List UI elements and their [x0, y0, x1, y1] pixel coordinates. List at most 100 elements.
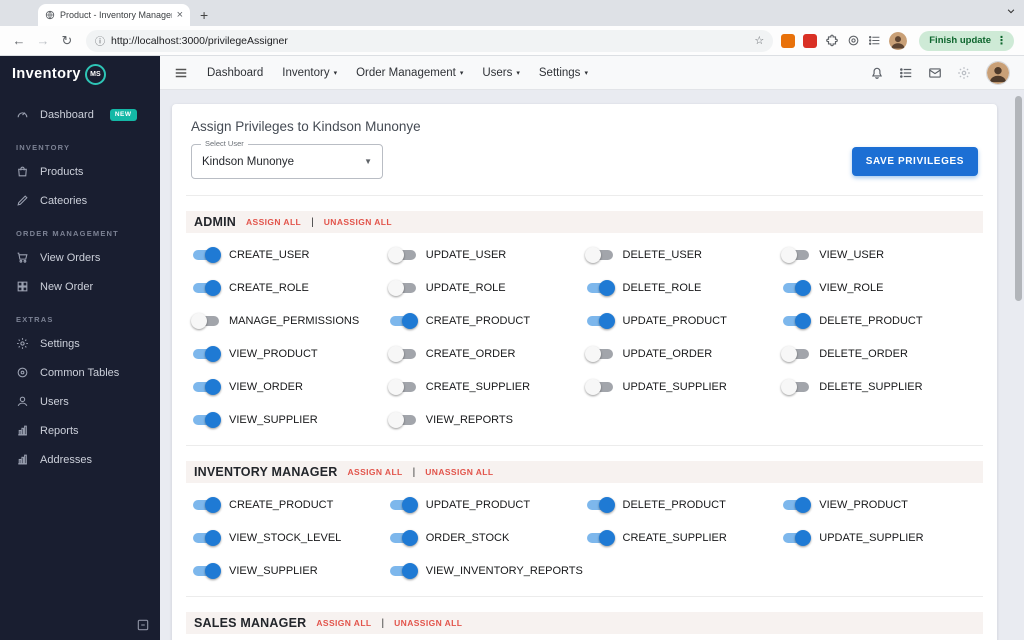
privilege-toggle[interactable]: [191, 562, 221, 580]
sidebar-section-header: ORDER MANAGEMENT: [0, 215, 160, 243]
sidebar-item-cateories[interactable]: Cateories: [0, 186, 160, 215]
assign-all-link[interactable]: ASSIGN ALL: [316, 618, 371, 628]
privilege-toggle[interactable]: [388, 378, 418, 396]
reading-list-icon[interactable]: [868, 34, 881, 47]
privilege-toggle[interactable]: [585, 345, 615, 363]
privilege-label: UPDATE_ROLE: [426, 282, 506, 294]
privilege-label: CREATE_SUPPLIER: [623, 532, 727, 544]
scrollbar-thumb[interactable]: [1015, 96, 1022, 301]
privilege-toggle[interactable]: [781, 279, 811, 297]
sidebar-item-label: Addresses: [40, 454, 92, 466]
window-menu-chevron-icon[interactable]: [1006, 6, 1016, 16]
privilege-item: CREATE_PRODUCT: [191, 496, 388, 514]
unassign-all-link[interactable]: UNASSIGN ALL: [324, 217, 392, 227]
assign-all-link[interactable]: ASSIGN ALL: [347, 467, 402, 477]
privilege-toggle[interactable]: [585, 378, 615, 396]
privilege-toggle[interactable]: [191, 378, 221, 396]
privilege-label: CREATE_PRODUCT: [426, 315, 530, 327]
privilege-toggle[interactable]: [191, 496, 221, 514]
privilege-toggle[interactable]: [388, 312, 418, 330]
tasks-list-icon[interactable]: [899, 66, 913, 80]
extension-red-icon[interactable]: [803, 34, 817, 48]
privilege-item: CREATE_ROLE: [191, 279, 388, 297]
extensions-puzzle-icon[interactable]: [825, 34, 839, 48]
privilege-toggle[interactable]: [388, 246, 418, 264]
unassign-all-link[interactable]: UNASSIGN ALL: [394, 618, 462, 628]
privilege-toggle[interactable]: [191, 345, 221, 363]
nav-menu-label: Order Management: [356, 67, 456, 79]
mail-icon[interactable]: [928, 66, 942, 80]
privilege-label: CREATE_ROLE: [229, 282, 309, 294]
select-user-dropdown[interactable]: Select User Kindson Munonye ▼: [191, 144, 383, 179]
sidebar-item-new-order[interactable]: New Order: [0, 272, 160, 301]
extension-orange-icon[interactable]: [781, 34, 795, 48]
reload-button[interactable]: ↻: [56, 33, 78, 49]
sidebar-collapse-icon[interactable]: [136, 618, 150, 632]
privilege-toggle[interactable]: [191, 411, 221, 429]
browser-tab[interactable]: Product - Inventory Manager ×: [38, 4, 190, 26]
privilege-toggle[interactable]: [388, 411, 418, 429]
sidebar-item-reports[interactable]: Reports: [0, 416, 160, 445]
save-privileges-button[interactable]: SAVE PRIVILEGES: [852, 147, 978, 176]
privilege-toggle[interactable]: [781, 529, 811, 547]
privilege-toggle[interactable]: [585, 312, 615, 330]
browser-menu-kebab-icon[interactable]: ⋮: [996, 34, 1007, 47]
assign-all-link[interactable]: ASSIGN ALL: [246, 217, 301, 227]
app-logo[interactable]: Inventory MS: [0, 56, 160, 92]
user-avatar[interactable]: [986, 61, 1010, 85]
browser-profile-avatar[interactable]: [889, 32, 907, 50]
privilege-toggle[interactable]: [585, 246, 615, 264]
privilege-toggle[interactable]: [191, 529, 221, 547]
privilege-toggle[interactable]: [585, 496, 615, 514]
privilege-toggle[interactable]: [781, 312, 811, 330]
sidebar-item-products[interactable]: Products: [0, 157, 160, 186]
finish-update-button[interactable]: Finish update ⋮: [919, 31, 1014, 51]
sidebar-item-view-orders[interactable]: View Orders: [0, 243, 160, 272]
shield-icon[interactable]: [847, 34, 860, 47]
new-tab-button[interactable]: +: [200, 8, 208, 22]
privilege-toggle[interactable]: [585, 529, 615, 547]
privilege-toggle[interactable]: [191, 279, 221, 297]
privilege-toggle[interactable]: [781, 496, 811, 514]
privilege-item: VIEW_USER: [781, 246, 978, 264]
nav-item-settings[interactable]: Settings ▾: [539, 67, 588, 79]
site-info-icon[interactable]: ⓘ: [95, 33, 105, 48]
sidebar-item-users[interactable]: Users: [0, 387, 160, 416]
nav-item-inventory[interactable]: Inventory ▾: [282, 67, 337, 79]
privilege-toggle[interactable]: [388, 529, 418, 547]
browser-toolbar: ← → ↻ ⓘ http://localhost:3000/privilegeA…: [0, 26, 1024, 56]
privilege-toggle[interactable]: [388, 496, 418, 514]
tab-close-icon[interactable]: ×: [177, 10, 183, 21]
sidebar-item-settings[interactable]: Settings: [0, 329, 160, 358]
privilege-toggle[interactable]: [781, 246, 811, 264]
nav-item-users[interactable]: Users ▾: [482, 67, 520, 79]
nav-item-dashboard[interactable]: Dashboard: [207, 67, 263, 79]
sidebar-item-label: Users: [40, 396, 69, 408]
sidebar-item-dashboard[interactable]: Dashboard NEW: [0, 100, 160, 129]
nav-item-order-management[interactable]: Order Management ▾: [356, 67, 463, 79]
privilege-item: UPDATE_ORDER: [585, 345, 782, 363]
notifications-bell-icon[interactable]: [870, 66, 884, 80]
url-bar[interactable]: ⓘ http://localhost:3000/privilegeAssigne…: [86, 30, 773, 52]
hamburger-menu-icon[interactable]: [174, 66, 188, 80]
bookmark-star-icon[interactable]: ☆: [754, 34, 764, 47]
privilege-item: VIEW_PRODUCT: [781, 496, 978, 514]
sidebar-item-addresses[interactable]: Addresses: [0, 445, 160, 474]
privilege-label: UPDATE_SUPPLIER: [623, 381, 727, 393]
privilege-toggle[interactable]: [191, 312, 221, 330]
back-button[interactable]: ←: [8, 33, 30, 48]
unassign-all-link[interactable]: UNASSIGN ALL: [425, 467, 493, 477]
privilege-group-header: INVENTORY MANAGER ASSIGN ALL | UNASSIGN …: [186, 461, 983, 483]
privilege-toggle[interactable]: [388, 279, 418, 297]
privilege-toggle[interactable]: [585, 279, 615, 297]
link-separator: |: [311, 217, 314, 228]
forward-button[interactable]: →: [32, 33, 54, 48]
privilege-label: UPDATE_PRODUCT: [426, 499, 530, 511]
privilege-toggle[interactable]: [191, 246, 221, 264]
gear-icon[interactable]: [957, 66, 971, 80]
privilege-toggle[interactable]: [781, 345, 811, 363]
privilege-toggle[interactable]: [388, 345, 418, 363]
privilege-toggle[interactable]: [781, 378, 811, 396]
sidebar-item-common-tables[interactable]: Common Tables: [0, 358, 160, 387]
privilege-toggle[interactable]: [388, 562, 418, 580]
